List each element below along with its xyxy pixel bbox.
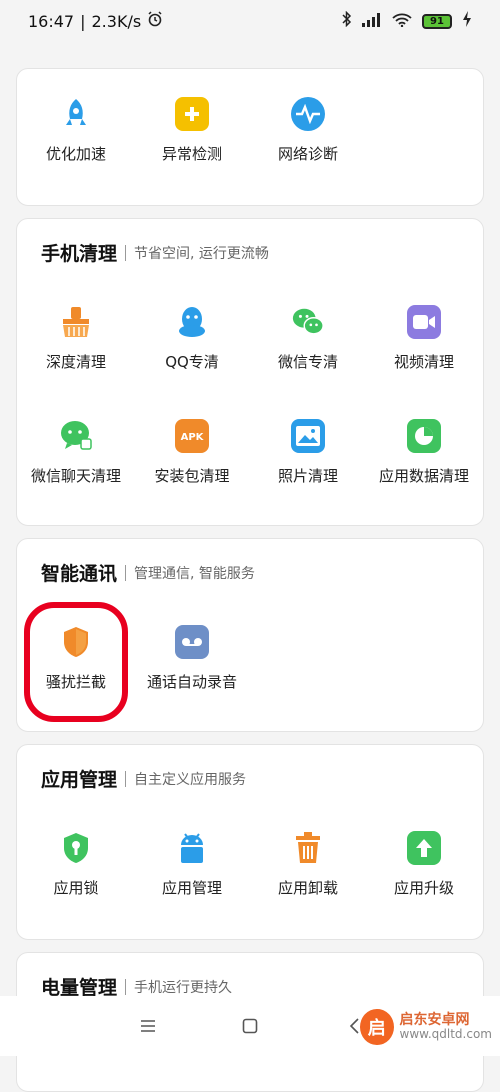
charging-icon xyxy=(462,11,472,31)
wechat-chat-clean-item[interactable]: 微信聊天清理 xyxy=(17,419,135,486)
app-upgrade-item[interactable]: 应用升级 xyxy=(365,831,483,898)
call-auto-record-item[interactable]: 通话自动录音 xyxy=(133,625,251,692)
bluetooth-icon xyxy=(342,10,352,31)
lock-shield-icon xyxy=(59,831,93,865)
item-label: 应用卸载 xyxy=(277,879,338,897)
back-icon xyxy=(349,1018,359,1034)
rocket-icon xyxy=(59,97,93,131)
item-label: 优化加速 xyxy=(45,145,106,163)
medical-kit-icon xyxy=(175,97,209,131)
qq-clean-item[interactable]: QQ专清 xyxy=(133,305,251,372)
title-divider xyxy=(125,978,127,995)
home-icon xyxy=(242,1018,258,1034)
item-label: 照片清理 xyxy=(277,467,338,485)
section-subtitle: 管理通信, 智能服务 xyxy=(134,565,255,582)
battery-icon: 91 xyxy=(422,13,452,29)
section-subtitle: 手机运行更持久 xyxy=(134,979,233,996)
card-header: 应用管理 自主定义应用服务 xyxy=(41,765,246,792)
item-label: 视频清理 xyxy=(393,353,454,371)
alarm-icon xyxy=(147,11,163,31)
section-title: 应用管理 xyxy=(41,769,118,791)
section-subtitle: 自主定义应用服务 xyxy=(134,771,247,788)
title-divider xyxy=(125,244,127,261)
item-label: 网络诊断 xyxy=(277,145,338,163)
menu-button[interactable] xyxy=(130,1008,166,1044)
red-highlight-annotation xyxy=(24,602,128,722)
item-label: QQ专清 xyxy=(165,353,219,371)
pulse-icon xyxy=(291,97,325,131)
card-header: 智能通讯 管理通信, 智能服务 xyxy=(41,559,255,586)
watermark-line1: 启东安卓网 xyxy=(399,1012,470,1029)
menu-icon xyxy=(141,1020,155,1032)
item-label: 微信聊天清理 xyxy=(30,467,121,485)
status-net-speed: 2.3K/s xyxy=(91,11,142,31)
site-watermark: 启 启东安卓网 www.qdltd.com xyxy=(360,1006,492,1048)
photo-icon xyxy=(291,419,325,453)
title-divider xyxy=(125,770,127,787)
section-subtitle: 节省空间, 运行更流畅 xyxy=(134,245,269,262)
deep-clean-item[interactable]: 深度清理 xyxy=(17,305,135,372)
section-title: 智能通讯 xyxy=(41,563,118,585)
status-left: 16:47 | 2.3K/s xyxy=(28,11,163,31)
apk-clean-item[interactable]: APK 安装包清理 xyxy=(133,419,251,486)
section-title: 手机清理 xyxy=(41,243,118,265)
app-uninstall-item[interactable]: 应用卸载 xyxy=(249,831,367,898)
qq-icon xyxy=(175,305,209,339)
item-label: 应用数据清理 xyxy=(378,467,469,485)
wechat-icon xyxy=(291,305,325,339)
app-manage-item[interactable]: 应用管理 xyxy=(133,831,251,898)
wechat-clean-item[interactable]: 微信专清 xyxy=(249,305,367,372)
wifi-icon xyxy=(392,12,412,31)
svg-text:APK: APK xyxy=(181,432,205,443)
broom-icon xyxy=(59,305,93,339)
upgrade-arrow-icon xyxy=(407,831,441,865)
item-label: 深度清理 xyxy=(45,353,106,371)
photo-clean-item[interactable]: 照片清理 xyxy=(249,419,367,486)
watermark-logo-icon: 启 xyxy=(360,1009,394,1045)
video-clean-item[interactable]: 视频清理 xyxy=(365,305,483,372)
video-icon xyxy=(407,305,441,339)
phone-clean-card: 手机清理 节省空间, 运行更流畅 深度清理 QQ专清 微信专清 视频清理 微信聊… xyxy=(16,218,484,526)
item-label: 微信专清 xyxy=(277,353,338,371)
item-label: 应用升级 xyxy=(393,879,454,897)
item-label: 应用锁 xyxy=(53,879,99,897)
status-bar: 16:47 | 2.3K/s 91 xyxy=(0,0,500,42)
card-header: 手机清理 节省空间, 运行更流畅 xyxy=(41,239,269,266)
optimize-speed-item[interactable]: 优化加速 xyxy=(17,97,135,164)
recorder-icon xyxy=(175,625,209,659)
item-label: 应用管理 xyxy=(161,879,222,897)
chat-bubble-icon xyxy=(59,419,93,453)
watermark-text: 启东安卓网 www.qdltd.com xyxy=(400,1013,493,1040)
tools-card: 优化加速 异常检测 网络诊断 xyxy=(16,68,484,206)
item-label: 通话自动录音 xyxy=(146,673,237,691)
status-time: 16:47 xyxy=(28,11,75,31)
status-divider: | xyxy=(80,11,86,31)
item-label: 安装包清理 xyxy=(154,467,230,485)
trash-icon xyxy=(291,831,325,865)
app-lock-item[interactable]: 应用锁 xyxy=(17,831,135,898)
app-manage-card: 应用管理 自主定义应用服务 应用锁 应用管理 应用卸载 应用升级 xyxy=(16,744,484,940)
status-right: 91 xyxy=(342,10,472,31)
anomaly-detect-item[interactable]: 异常检测 xyxy=(133,97,251,164)
network-diagnose-item[interactable]: 网络诊断 xyxy=(249,97,367,164)
signal-icon xyxy=(362,12,382,31)
watermark-line2: www.qdltd.com xyxy=(399,1027,493,1042)
apk-box-icon: APK xyxy=(175,419,209,453)
title-divider xyxy=(125,564,127,581)
android-icon xyxy=(175,831,209,865)
app-data-clean-item[interactable]: 应用数据清理 xyxy=(365,419,483,486)
home-button[interactable] xyxy=(232,1008,268,1044)
pie-chart-icon xyxy=(407,419,441,453)
item-label: 异常检测 xyxy=(161,145,222,163)
